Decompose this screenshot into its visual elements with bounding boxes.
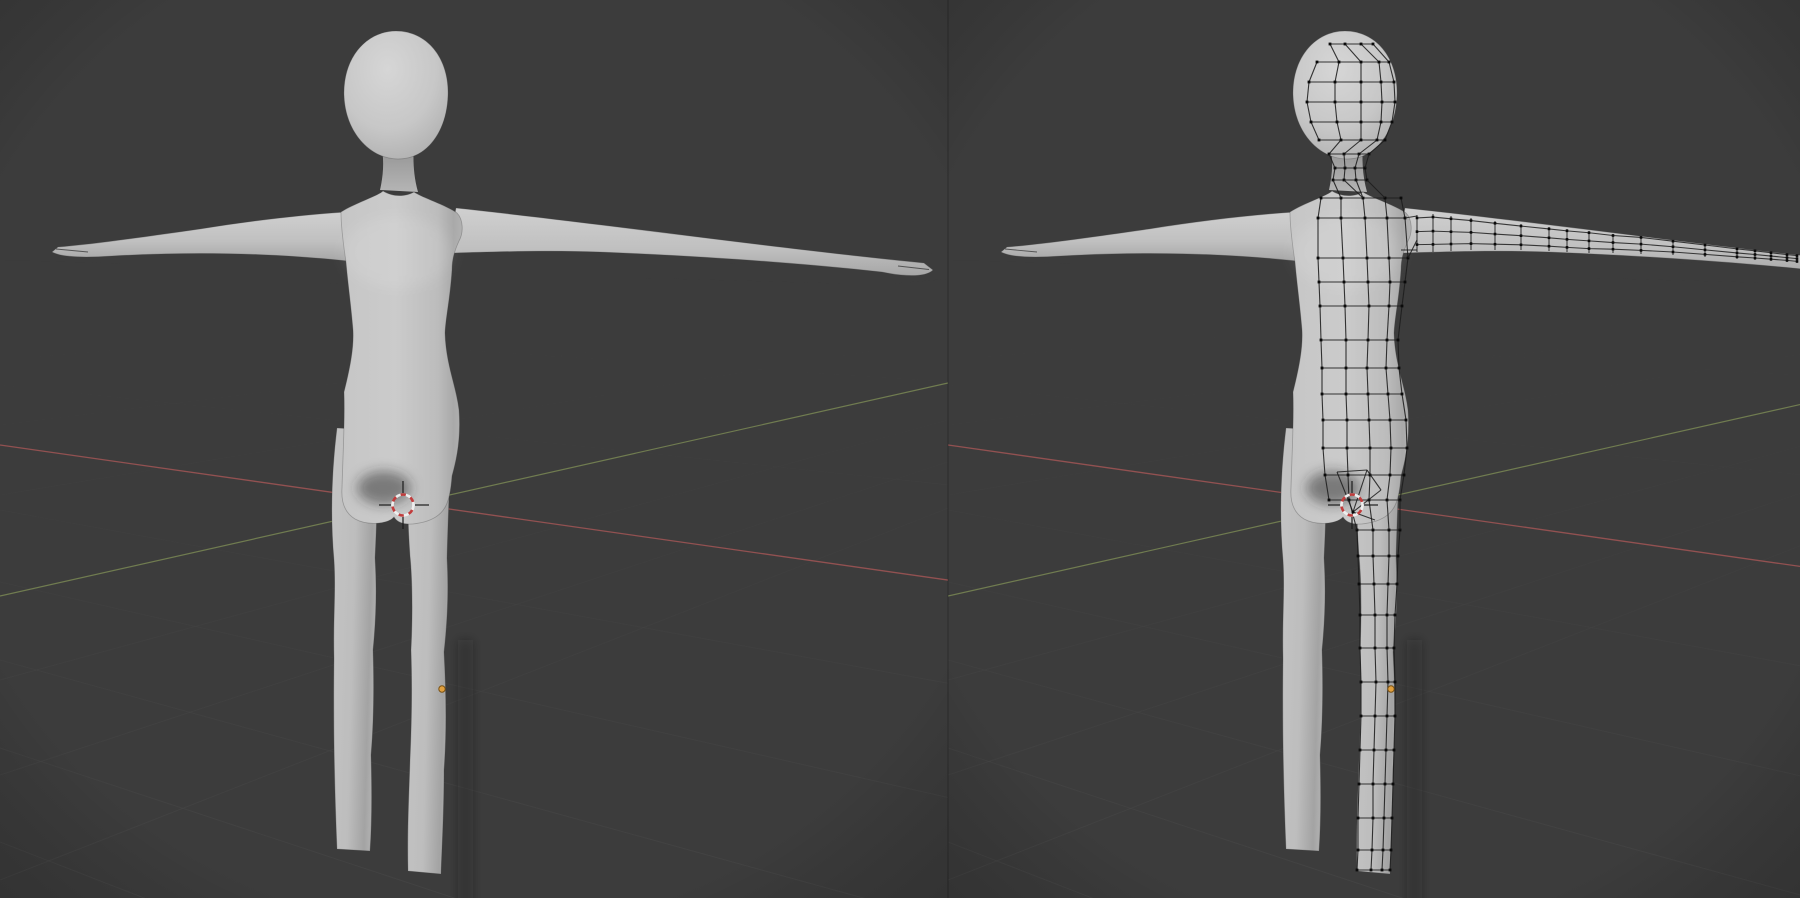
viewport-shaded-model[interactable] xyxy=(0,0,948,898)
leg-shadow xyxy=(458,640,473,898)
leg-shadow xyxy=(1407,640,1422,898)
viewport-wireframe-model[interactable] xyxy=(948,0,1800,898)
object-origin-dot[interactable] xyxy=(1388,686,1394,692)
head xyxy=(344,31,448,159)
object-origin-dot[interactable] xyxy=(439,686,445,692)
viewport-background xyxy=(0,0,948,898)
blender-3d-viewport xyxy=(0,0,1800,898)
